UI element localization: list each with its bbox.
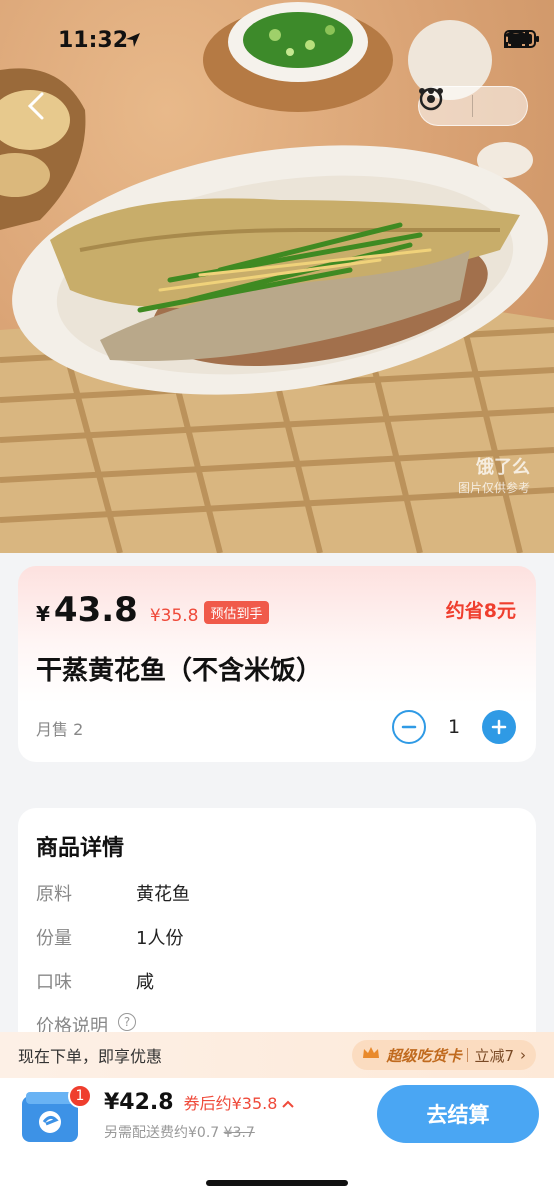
details-heading: 商品详情 bbox=[36, 836, 125, 861]
quantity-stepper: 1 bbox=[392, 710, 516, 744]
capsule-divider bbox=[472, 95, 474, 117]
detail-value: 1人份 bbox=[136, 928, 184, 949]
currency-symbol: ¥ bbox=[36, 602, 50, 626]
info-icon[interactable]: ? bbox=[118, 1013, 136, 1031]
estimated-price: ¥35.8 bbox=[149, 606, 199, 626]
home-indicator bbox=[206, 1180, 348, 1186]
super-card-name: 超级吃货卡 bbox=[386, 1046, 462, 1065]
monthly-sales: 月售 2 bbox=[36, 720, 84, 739]
reduce-amount: 立减7 bbox=[474, 1046, 514, 1065]
status-bar: 11:32 bbox=[0, 0, 554, 84]
mini-program-capsule bbox=[418, 86, 528, 126]
checkout-button[interactable]: 去结算 bbox=[377, 1085, 539, 1143]
promo-strip: 现在下单，即享优惠 超级吃货卡 立减7 › bbox=[0, 1032, 554, 1078]
product-details-card: 商品详情 原料 黄花鱼 份量 1人份 口味 咸 价格说明 ? bbox=[18, 808, 536, 1068]
increase-button[interactable] bbox=[482, 710, 516, 744]
cart-count-badge: 1 bbox=[68, 1084, 92, 1108]
total-price: ¥42.8 bbox=[104, 1090, 174, 1115]
back-button[interactable] bbox=[18, 86, 58, 126]
product-title: 干蒸黄花鱼（不含米饭） bbox=[36, 656, 323, 686]
delivery-fee-label: 另需配送费约¥0.7 bbox=[104, 1125, 220, 1141]
delivery-fee-original: ¥3.7 bbox=[223, 1125, 255, 1141]
pill-divider bbox=[467, 1048, 469, 1062]
price-row: ¥ 43.8 ¥35.8 预估到手 bbox=[36, 590, 269, 630]
total-row: ¥42.8 券后约¥35.8 bbox=[104, 1090, 295, 1115]
estimated-badge: 预估到手 bbox=[204, 601, 269, 624]
promo-text: 现在下单，即享优惠 bbox=[18, 1047, 163, 1066]
chevron-up-icon[interactable] bbox=[281, 1094, 295, 1113]
detail-key: 口味 bbox=[36, 972, 72, 993]
detail-row-ingredient: 原料 黄花鱼 bbox=[36, 880, 190, 906]
plus-icon bbox=[491, 719, 507, 735]
detail-value: 咸 bbox=[136, 972, 154, 993]
hero-image: 11:32 饿了么 图片仅供参考 bbox=[0, 0, 554, 553]
decrease-button[interactable] bbox=[392, 710, 426, 744]
detail-key: 原料 bbox=[36, 884, 72, 905]
watermark-logo: 饿了么 bbox=[476, 457, 530, 478]
product-info-card: ¥ 43.8 ¥35.8 预估到手 约省8元 干蒸黄花鱼（不含米饭） 月售 2 … bbox=[18, 566, 536, 762]
status-time: 11:32 bbox=[58, 28, 129, 53]
quantity-value: 1 bbox=[447, 716, 461, 738]
detail-value: 黄花鱼 bbox=[136, 884, 190, 905]
coupon-price[interactable]: 券后约¥35.8 bbox=[184, 1090, 278, 1114]
back-chevron-icon bbox=[27, 92, 44, 120]
super-card-pill[interactable]: 超级吃货卡 立减7 › bbox=[352, 1040, 536, 1070]
product-price: 43.8 bbox=[53, 590, 138, 630]
detail-row-flavor: 口味 咸 bbox=[36, 968, 154, 994]
detail-row-portion: 份量 1人份 bbox=[36, 924, 183, 950]
minus-icon bbox=[401, 725, 417, 729]
delivery-fee-row: 另需配送费约¥0.7 ¥3.7 bbox=[104, 1122, 255, 1142]
image-watermark: 饿了么 图片仅供参考 bbox=[458, 453, 530, 496]
savings-label: 约省8元 bbox=[445, 600, 516, 622]
crown-icon bbox=[362, 1046, 380, 1064]
detail-key: 份量 bbox=[36, 928, 72, 949]
watermark-note: 图片仅供参考 bbox=[457, 481, 530, 495]
chevron-right-icon: › bbox=[520, 1046, 526, 1064]
